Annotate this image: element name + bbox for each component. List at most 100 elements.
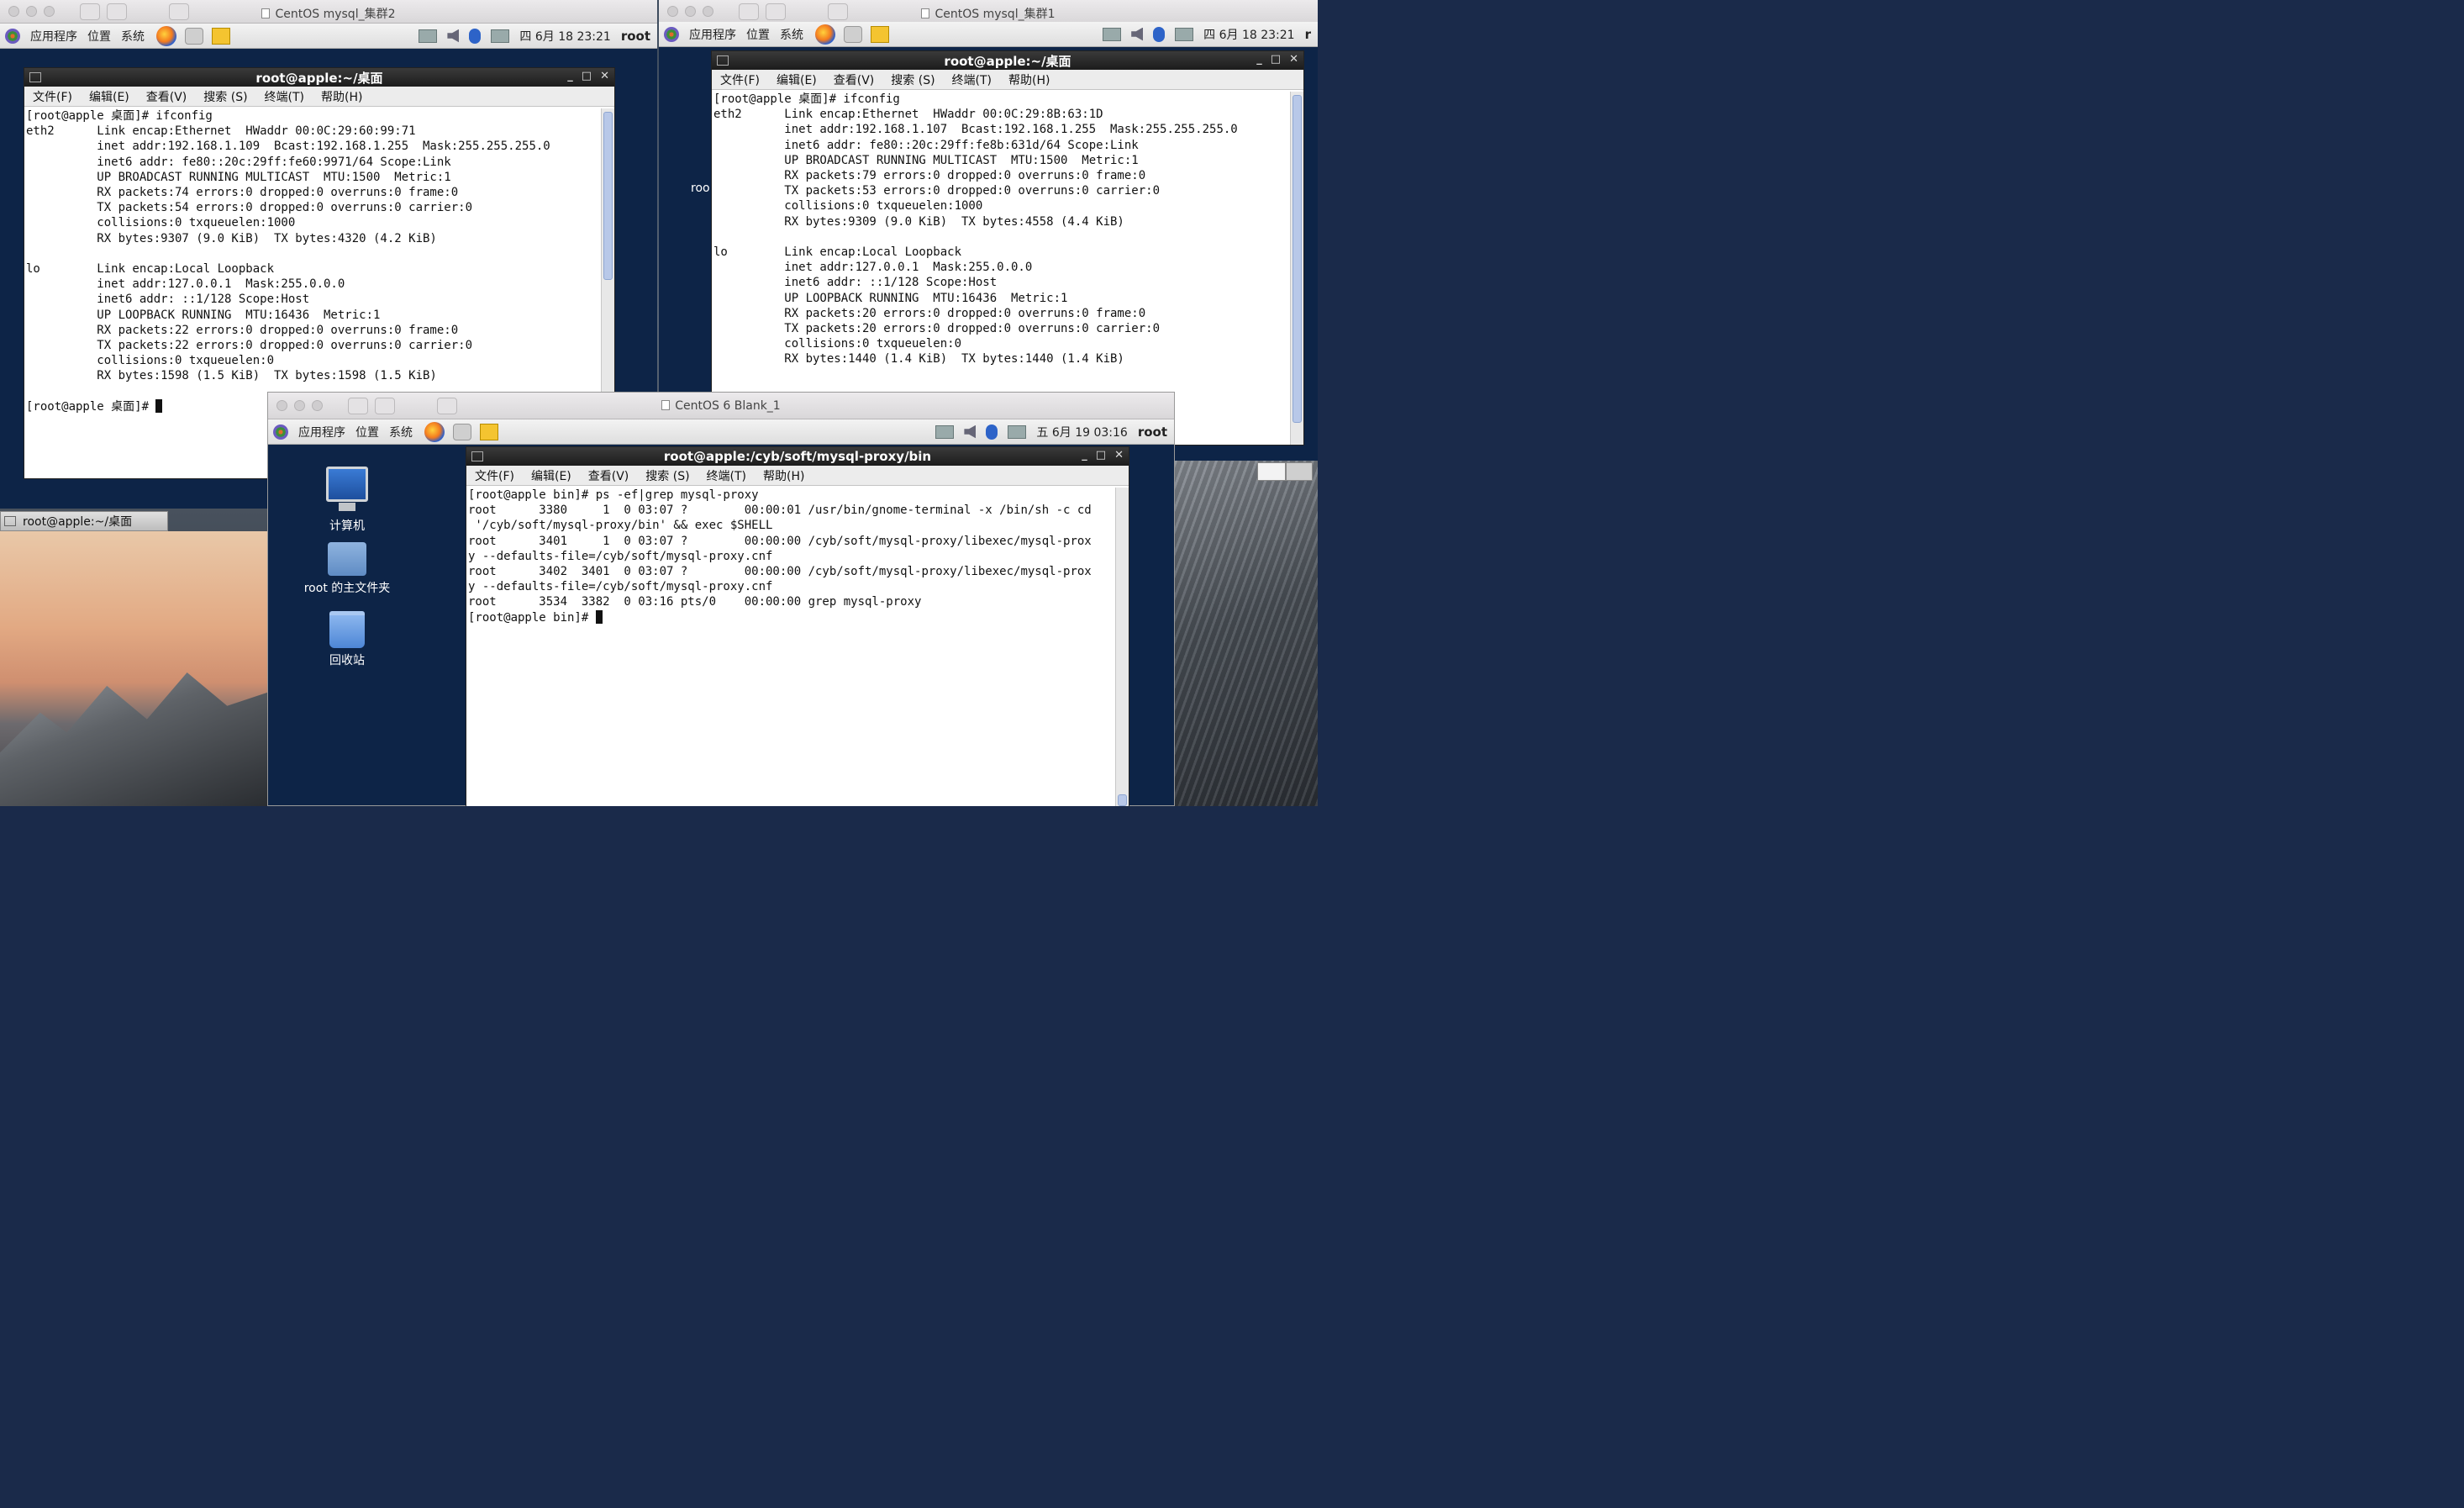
user-menu[interactable]: root	[1138, 424, 1167, 440]
terminal-line: RX bytes:9309 (9.0 KiB) TX bytes:4558 (4…	[713, 214, 1124, 229]
menu-file[interactable]: 文件(F)	[33, 88, 72, 105]
menu-applications[interactable]: 应用程序	[689, 26, 736, 43]
terminal-line: RX packets:22 errors:0 dropped:0 overrun…	[26, 323, 459, 337]
vm-titlebar[interactable]: CentOS mysql_集群2	[0, 0, 657, 24]
display-icon[interactable]	[1175, 27, 1194, 41]
menu-help[interactable]: 帮助(H)	[1008, 71, 1050, 88]
terminal-titlebar[interactable]: root@apple:~/桌面 _ □ ✕	[24, 68, 614, 87]
terminal-line: lo Link encap:Local Loopback	[713, 245, 962, 260]
vm-title: CentOS mysql_集群1	[935, 8, 1056, 21]
menu-help[interactable]: 帮助(H)	[321, 88, 362, 105]
menu-places[interactable]: 位置	[87, 28, 111, 45]
menu-file[interactable]: 文件(F)	[475, 467, 514, 484]
network-icon[interactable]	[419, 29, 438, 43]
menu-system[interactable]: 系统	[121, 28, 145, 45]
scrollbar[interactable]	[1115, 488, 1129, 806]
mail-icon[interactable]	[844, 25, 862, 43]
menu-edit[interactable]: 编辑(E)	[89, 88, 129, 105]
menu-system[interactable]: 系统	[780, 26, 803, 43]
terminal-line: [root@apple bin]# ps -ef|grep mysql-prox…	[468, 488, 759, 502]
terminal-line: RX bytes:9307 (9.0 KiB) TX bytes:4320 (4…	[26, 231, 437, 245]
terminal-titlebar[interactable]: root@apple:~/桌面 _ □ ✕	[712, 51, 1303, 70]
menu-search[interactable]: 搜索 (S)	[645, 467, 689, 484]
terminal-line: '/cyb/soft/mysql-proxy/bin' && exec $SHE…	[468, 519, 773, 533]
vm-title: CentOS 6 Blank_1	[675, 399, 781, 413]
menu-file[interactable]: 文件(F)	[720, 71, 760, 88]
maximize-icon[interactable]: □	[1271, 53, 1281, 66]
network-icon[interactable]	[1103, 27, 1122, 41]
terminal-menubar: 文件(F) 编辑(E) 查看(V) 搜索 (S) 终端(T) 帮助(H)	[712, 70, 1303, 90]
close-icon[interactable]: ✕	[1289, 53, 1298, 66]
user-menu[interactable]: root	[621, 29, 650, 44]
clock[interactable]: 五 6月 19 03:16	[1036, 424, 1127, 440]
bluetooth-icon[interactable]	[986, 424, 998, 440]
menu-search[interactable]: 搜索 (S)	[203, 88, 247, 105]
terminal-line: RX bytes:1440 (1.4 KiB) TX bytes:1440 (1…	[713, 352, 1124, 366]
volume-icon[interactable]	[1131, 27, 1144, 41]
text-editor-icon[interactable]	[871, 25, 889, 43]
clock[interactable]: 四 6月 18 23:21	[519, 28, 610, 45]
vm-titlebar[interactable]: CentOS mysql_集群1	[659, 0, 1318, 24]
minimize-icon[interactable]: _	[567, 70, 573, 82]
firefox-icon[interactable]	[815, 24, 835, 45]
desktop-icon-home[interactable]: root 的主文件夹	[297, 542, 398, 596]
view-toggle-right[interactable]	[1286, 462, 1313, 481]
firefox-icon[interactable]	[156, 25, 176, 46]
display-icon[interactable]	[491, 29, 510, 43]
text-editor-icon[interactable]	[480, 423, 498, 440]
minimize-icon[interactable]: _	[1082, 449, 1087, 461]
terminal-line: UP BROADCAST RUNNING MULTICAST MTU:1500 …	[26, 170, 451, 184]
terminal-window-right[interactable]: root@apple:~/桌面 _ □ ✕ 文件(F) 编辑(E) 查看(V) 搜索…	[711, 50, 1304, 446]
scrollbar[interactable]	[1290, 92, 1303, 445]
terminal-window-front[interactable]: root@apple:/cyb/soft/mysql-proxy/bin _ □ ✕…	[466, 446, 1129, 806]
bluetooth-icon[interactable]	[1153, 26, 1166, 42]
terminal-line: inet6 addr: fe80::20c:29ff:fe8b:631d/64 …	[713, 138, 1139, 152]
menu-terminal[interactable]: 终端(T)	[707, 467, 746, 484]
bluetooth-icon[interactable]	[469, 28, 482, 44]
terminal-line: inet6 addr: ::1/128 Scope:Host	[713, 276, 998, 290]
minimized-terminal[interactable]: root@apple:~/桌面	[0, 511, 168, 531]
menu-terminal[interactable]: 终端(T)	[265, 88, 304, 105]
menu-applications[interactable]: 应用程序	[298, 424, 345, 440]
menu-places[interactable]: 位置	[746, 26, 770, 43]
view-toggle-left[interactable]	[1257, 462, 1286, 481]
terminal-output[interactable]: [root@apple bin]# ps -ef|grep mysql-prox…	[466, 488, 1115, 806]
terminal-titlebar[interactable]: root@apple:/cyb/soft/mysql-proxy/bin _ □ ✕	[466, 447, 1129, 466]
menu-edit[interactable]: 编辑(E)	[531, 467, 571, 484]
menu-view[interactable]: 查看(V)	[146, 88, 187, 105]
menu-search[interactable]: 搜索 (S)	[891, 71, 935, 88]
firefox-icon[interactable]	[424, 421, 445, 442]
minimize-icon[interactable]: _	[1256, 53, 1262, 66]
gnome-top-panel: 应用程序 位置 系统 五 6月 19 03:16 root	[268, 419, 1174, 445]
mail-icon[interactable]	[453, 423, 471, 440]
close-icon[interactable]: ✕	[600, 70, 609, 82]
terminal-menubar: 文件(F) 编辑(E) 查看(V) 搜索 (S) 终端(T) 帮助(H)	[24, 87, 614, 107]
display-icon[interactable]	[1008, 424, 1027, 439]
text-editor-icon[interactable]	[212, 27, 230, 45]
menu-applications[interactable]: 应用程序	[30, 28, 77, 45]
clock[interactable]: 四 6月 18 23:21	[1203, 26, 1294, 43]
desktop-icon-computer[interactable]: 计算机	[297, 467, 398, 534]
volume-icon[interactable]	[964, 424, 977, 439]
menu-help[interactable]: 帮助(H)	[763, 467, 804, 484]
volume-icon[interactable]	[447, 29, 460, 43]
menu-terminal[interactable]: 终端(T)	[952, 71, 992, 88]
desktop-icon-trash[interactable]: 回收站	[297, 611, 398, 668]
desktop-label-fragment: roo	[691, 182, 710, 195]
menu-places[interactable]: 位置	[355, 424, 379, 440]
gnome-top-panel: 应用程序 位置 系统 四 6月 18 23:21 r	[659, 22, 1318, 47]
maximize-icon[interactable]: □	[1096, 449, 1106, 461]
menu-system[interactable]: 系统	[389, 424, 413, 440]
menu-view[interactable]: 查看(V)	[588, 467, 629, 484]
network-icon[interactable]	[935, 424, 955, 439]
menu-edit[interactable]: 编辑(E)	[777, 71, 817, 88]
maximize-icon[interactable]: □	[582, 70, 592, 82]
terminal-line: UP LOOPBACK RUNNING MTU:16436 Metric:1	[713, 291, 1068, 305]
mail-icon[interactable]	[185, 27, 203, 45]
terminal-line: lo Link encap:Local Loopback	[26, 262, 275, 277]
computer-icon	[326, 467, 368, 511]
user-menu[interactable]: r	[1305, 27, 1311, 42]
menu-view[interactable]: 查看(V)	[834, 71, 875, 88]
vm-titlebar[interactable]: CentOS 6 Blank_1	[268, 393, 1174, 419]
close-icon[interactable]: ✕	[1114, 449, 1124, 461]
